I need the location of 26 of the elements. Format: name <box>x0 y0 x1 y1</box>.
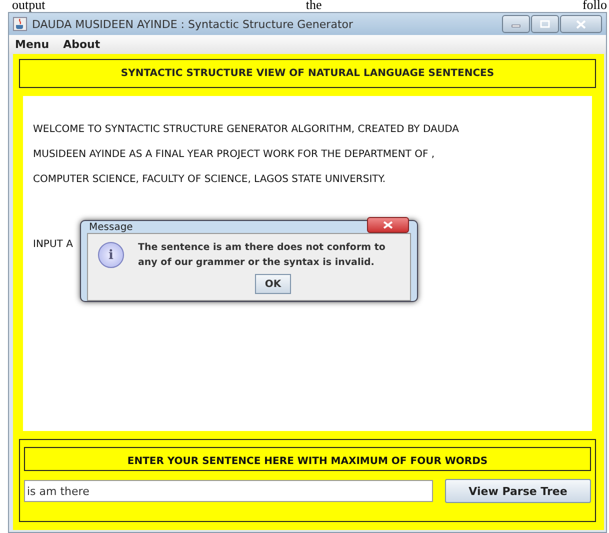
close-icon <box>383 221 393 229</box>
output-text: WELCOME TO SYNTACTIC STRUCTURE GENERATOR ALGORITHM, CREATED BY DAUDA <box>33 124 460 135</box>
close-button[interactable] <box>560 15 602 33</box>
panel-header: SYNTACTIC STRUCTURE VIEW OF NATURAL LANGUAGE SENTENCES <box>19 59 596 88</box>
document-text: follo <box>582 0 607 12</box>
output-text: MUSIDEEN AYINDE AS A FINAL YEAR PROJECT WORK FOR THE DEPARTMENT OF , <box>33 149 435 160</box>
view-parse-tree-button[interactable]: View Parse Tree <box>445 479 591 503</box>
dialog-close-button[interactable] <box>367 217 409 233</box>
output-text: COMPUTER SCIENCE, FACULTY OF SCIENCE, LAGOS STATE UNIVERSITY. <box>33 174 386 185</box>
close-icon <box>576 20 586 28</box>
maximize-button[interactable] <box>531 15 559 33</box>
minimize-button[interactable] <box>502 15 530 33</box>
output-text: INPUT A <box>33 239 73 250</box>
ok-button[interactable]: OK <box>255 274 291 294</box>
window-title: DAUDA MUSIDEEN AYINDE : Syntactic Structure Generator <box>32 18 354 30</box>
maximize-icon <box>540 20 550 28</box>
menu-item[interactable]: Menu <box>15 38 50 51</box>
input-label: ENTER YOUR SENTENCE HERE WITH MAXIMUM OF FOUR WORDS <box>24 447 591 471</box>
info-icon: i <box>98 242 124 268</box>
document-text: the <box>306 0 322 12</box>
sentence-field[interactable]: is am there <box>24 480 433 502</box>
dialog-title: Message <box>89 222 133 232</box>
document-text: output <box>12 0 46 12</box>
cup-icon <box>13 17 27 31</box>
dialog-message: The sentence is am there does not conform to any of our grammer or the syntax is invalid. <box>138 241 386 270</box>
menu-item[interactable]: About <box>63 38 100 51</box>
